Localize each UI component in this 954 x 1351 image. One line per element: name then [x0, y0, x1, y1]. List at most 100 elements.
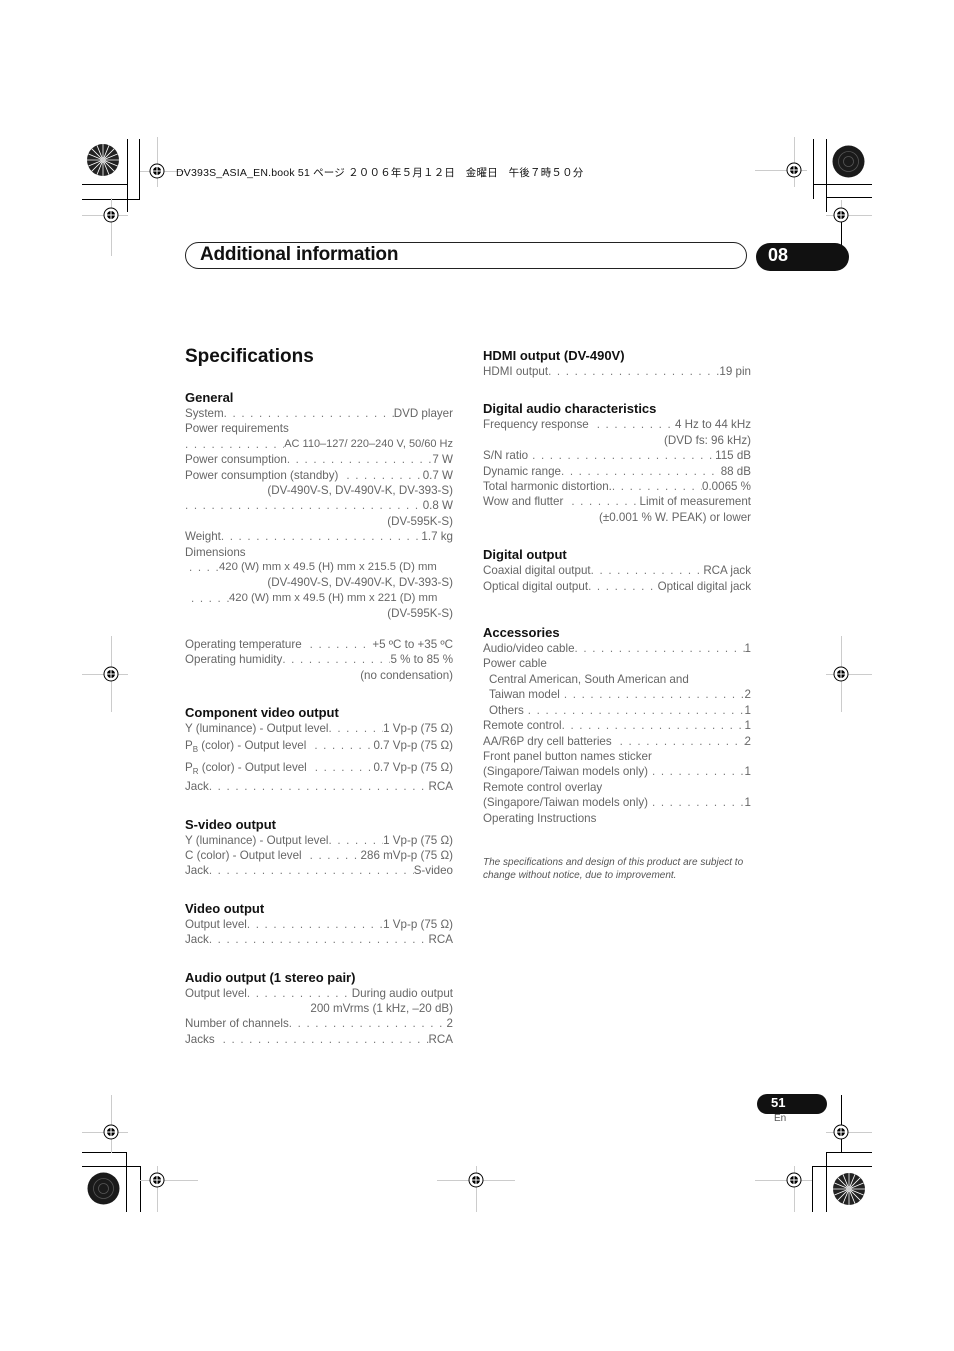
color-target-icon	[87, 1172, 120, 1205]
spec-row: Weight 1.7 kg	[185, 529, 453, 544]
spec-row: 420 (W) mm x 49.5 (H) mm x 221 (D) mm	[185, 591, 453, 606]
spec-label: Operating temperature	[185, 637, 302, 651]
crop-line	[826, 197, 872, 198]
spec-value: AC 110–127/ 220–240 V, 50/60 Hz	[284, 437, 453, 450]
spec-row: Total harmonic distortion. 0.0065 %	[483, 479, 751, 494]
spec-group-component-video: Component video output Y (luminance) - O…	[185, 704, 453, 795]
spec-row: Others 1	[483, 703, 751, 718]
group-heading: Component video output	[185, 704, 339, 720]
page-language: En	[774, 1113, 787, 1124]
spec-label: (Singapore/Taiwan models only)	[483, 796, 648, 810]
spec-label: System	[185, 407, 224, 420]
spec-row: Operating temperature +5 ºC to +35 ºC	[185, 637, 453, 652]
spec-value: 88 dB	[720, 464, 751, 478]
spec-label: Jack	[185, 864, 209, 878]
starburst-target-icon	[87, 144, 119, 176]
spec-row: Wow and flutter Limit of measurement	[483, 494, 751, 509]
crop-line	[82, 184, 127, 185]
group-heading: HDMI output (DV-490V)	[483, 348, 625, 363]
left-column: General System DVD player Power requireme…	[185, 389, 453, 1047]
spec-label: PR (color) - Output level	[185, 760, 307, 776]
spec-label: (Singapore/Taiwan models only)	[483, 765, 648, 779]
crop-line	[82, 1166, 140, 1167]
spec-row: Coaxial digital output RCA jack	[483, 563, 751, 578]
spec-row: Power consumption (standby) 0.7 W	[185, 468, 453, 483]
spec-label: Wow and flutter	[483, 495, 564, 509]
spec-row: 420 (W) mm x 49.5 (H) mm x 215.5 (D) mm	[185, 560, 453, 575]
spec-value: 1	[744, 796, 751, 810]
crop-line	[813, 139, 814, 199]
spec-row: Jack RCA	[185, 779, 453, 794]
crop-line	[139, 139, 140, 199]
chapter-number: 08	[768, 245, 789, 265]
crop-line	[812, 1166, 813, 1212]
spec-label: Dynamic range	[483, 464, 561, 478]
registration-target-icon	[149, 163, 165, 179]
spec-row: Output level During audio output	[185, 986, 453, 1001]
crop-line	[82, 1152, 127, 1153]
spec-group-digital-output: Digital output Coaxial digital output RCA…	[483, 546, 751, 594]
spec-label: Jacks	[185, 1032, 215, 1046]
group-heading: Digital audio characteristics	[483, 401, 657, 417]
crop-line	[826, 139, 827, 212]
spec-label: Taiwan model	[489, 688, 560, 702]
spec-group-svideo: S-video output Y (luminance) - Output le…	[185, 816, 453, 879]
spec-label: C (color) - Output level	[185, 848, 302, 862]
page-number: 51	[771, 1095, 786, 1110]
spec-row: AC 110–127/ 220–240 V, 50/60 Hz	[185, 437, 453, 452]
color-target-icon	[832, 145, 865, 178]
spec-label: Optical digital output	[483, 579, 589, 593]
spec-label: Output level	[185, 917, 247, 931]
spec-value: Limit of measurement	[639, 495, 751, 509]
spec-row: Remote control 1	[483, 718, 751, 733]
spec-group-video: Video output Output level 1 Vp-p (75 Ω) J…	[185, 900, 453, 948]
spec-value: During audio output	[351, 986, 453, 1000]
crop-line	[140, 1166, 141, 1212]
spec-value: 0.7 Vp-p (75 Ω)	[373, 739, 453, 753]
crop-line	[812, 1166, 872, 1167]
spec-note: (DV-595K-S)	[387, 514, 453, 528]
spec-group-general: General System DVD player Power requireme…	[185, 389, 453, 683]
spec-value: 286 mVp-p (75 Ω)	[360, 848, 453, 862]
spec-row: Dynamic range 88 dB	[483, 464, 751, 479]
disclaimer-note: The specifications and design of this pr…	[483, 856, 744, 881]
spec-label: Others	[489, 703, 524, 717]
spec-label: Operating humidity	[185, 653, 283, 667]
group-heading: Digital output	[483, 547, 567, 563]
section-title: Additional information	[200, 244, 399, 265]
spec-row: AA/R6P dry cell batteries 2	[483, 734, 751, 749]
spec-label: Front panel button names sticker	[483, 749, 652, 763]
spec-value: 2	[744, 688, 751, 702]
spec-label: AA/R6P dry cell batteries	[483, 734, 612, 748]
spec-row: Frequency response 4 Hz to 44 kHz	[483, 417, 751, 432]
spec-row: Taiwan model 2	[483, 687, 751, 702]
spec-value: 1	[744, 642, 751, 656]
spec-row: Optical digital output Optical digital ja…	[483, 579, 751, 594]
spec-row: Power consumption 7 W	[185, 452, 453, 467]
registration-target-icon	[103, 207, 119, 223]
spec-value: 2	[446, 1017, 453, 1031]
spec-note: (DV-490V-S, DV-490V-K, DV-393-S)	[267, 576, 453, 590]
group-heading: Audio output (1 stereo pair)	[185, 969, 356, 985]
spec-value: 115 dB	[715, 449, 751, 463]
registration-target-icon	[786, 1172, 802, 1188]
spec-value: S-video	[413, 864, 453, 878]
spec-label: Dimensions	[185, 545, 246, 559]
crop-line	[826, 1152, 827, 1212]
spec-value: 2	[744, 734, 751, 748]
spec-value: 420 (W) mm x 49.5 (H) mm x 215.5 (D) mm	[219, 561, 437, 574]
spec-value: 0.7 Vp-p (75 Ω)	[373, 760, 453, 774]
spec-value: DVD player	[393, 407, 453, 420]
spec-value: RCA jack	[703, 564, 751, 578]
spec-value: Optical digital jack	[657, 579, 751, 593]
spec-label: Power consumption	[185, 453, 287, 467]
spec-value: RCA	[428, 1032, 453, 1046]
group-heading: General	[185, 390, 234, 405]
spec-label: PB (color) - Output level	[185, 739, 307, 755]
spec-row: (Singapore/Taiwan models only) 1	[483, 764, 751, 779]
spec-row: Output level 1 Vp-p (75 Ω)	[185, 917, 453, 932]
starburst-target-icon	[833, 1173, 865, 1205]
crop-line	[127, 139, 128, 212]
registration-target-icon	[786, 162, 802, 178]
spec-note: (DV-490V-S, DV-490V-K, DV-393-S)	[267, 484, 453, 498]
